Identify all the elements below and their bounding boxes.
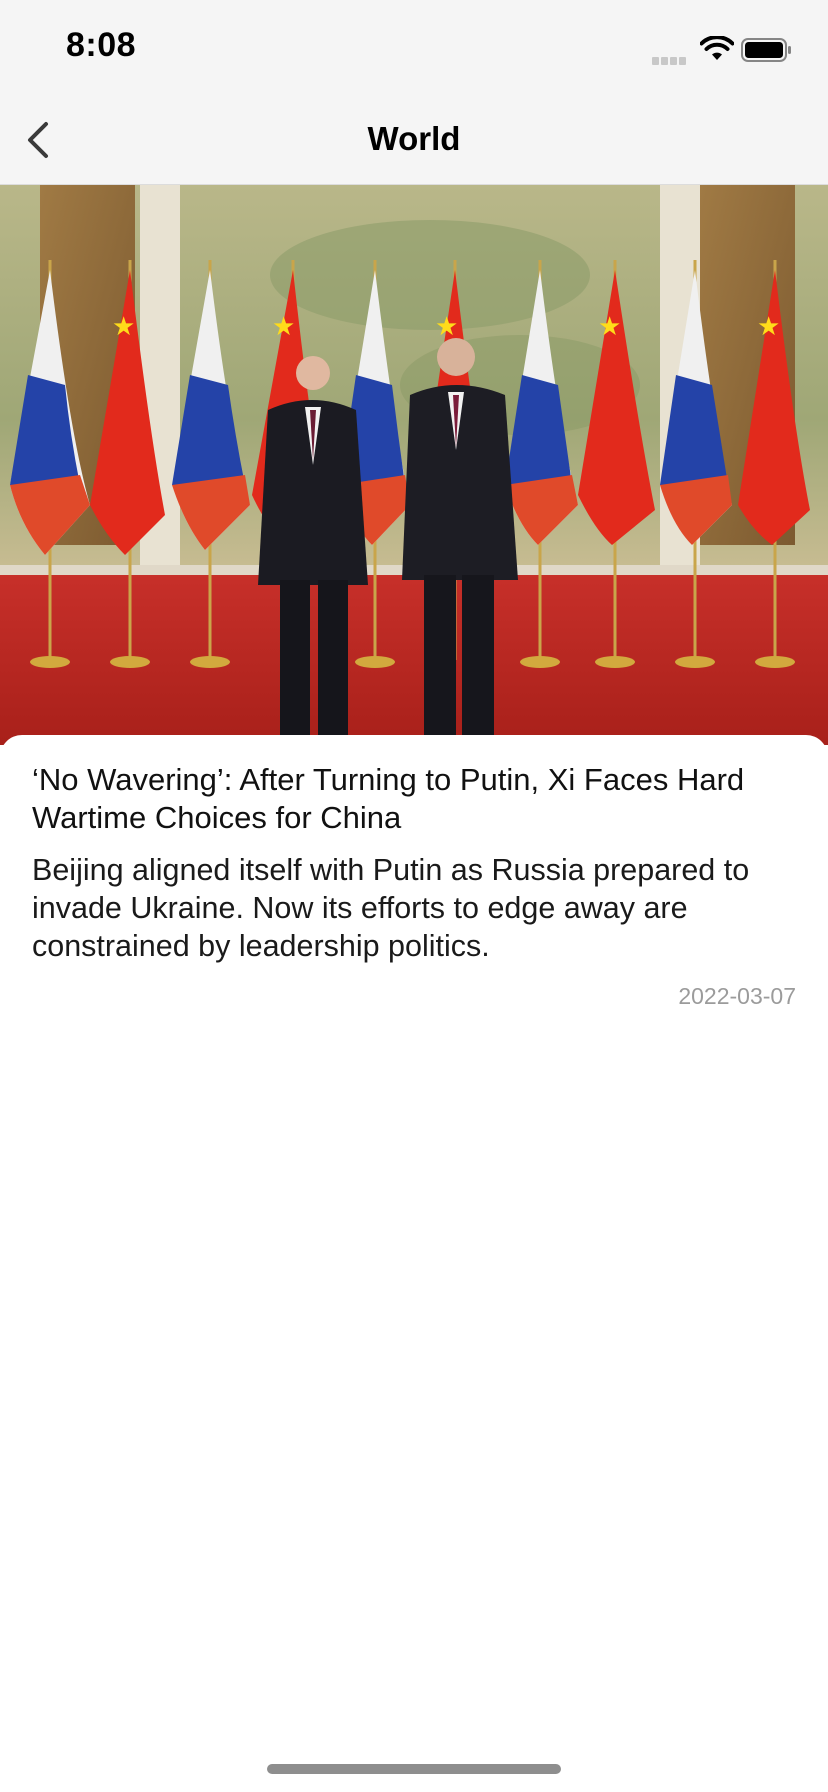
article-image[interactable]: ★ ★ ★ ★ ★ [0,185,828,745]
svg-text:★: ★ [112,311,135,341]
svg-text:★: ★ [435,311,458,341]
svg-text:★: ★ [757,311,780,341]
status-time: 8:08 [66,26,137,64]
wifi-icon [699,35,735,62]
article-summary: Beijing aligned itself with Putin as Rus… [32,853,750,963]
article-date: 2022-03-07 [678,983,796,1009]
article-card[interactable]: ‘No Wavering’: After Turning to Putin, X… [0,735,828,1055]
nav-bar: World [0,96,828,185]
svg-text:★: ★ [272,311,295,341]
svg-text:★: ★ [598,311,621,341]
home-indicator[interactable] [267,1764,561,1774]
page-title: World [367,120,461,157]
signal-icon [652,52,692,65]
battery-icon [741,38,793,62]
status-bar: 8:08 [0,0,828,96]
article-title: ‘No Wavering’: After Turning to Putin, X… [32,762,745,835]
